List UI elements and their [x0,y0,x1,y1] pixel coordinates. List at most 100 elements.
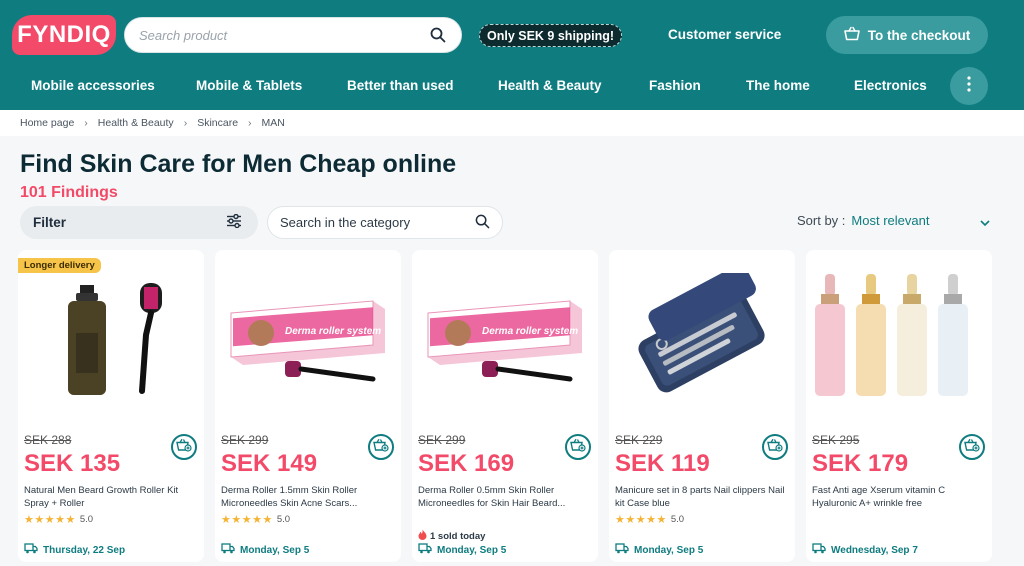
sale-price: SEK 119 [615,450,710,477]
add-to-cart-button[interactable] [368,434,394,460]
breadcrumb-home[interactable]: Home page [20,117,74,129]
filter-button[interactable]: Filter [20,206,258,239]
delivery-info: Monday, Sep 5 [615,543,703,557]
product-rating: ★★★★★ 5.0 [615,513,684,526]
rating-value: 5.0 [79,514,94,525]
sale-price: SEK 135 [24,450,121,477]
sold-today-indicator: 1 sold today [418,529,485,543]
product-name[interactable]: Natural Men Beard Growth Roller Kit Spra… [24,484,200,510]
product-name[interactable]: Manicure set in 8 parts Nail clippers Na… [615,484,791,510]
original-price: SEK 288 [24,433,72,447]
category-nav: Mobile accessories Mobile & Tablets Bett… [0,66,1024,106]
chevron-right-icon: › [183,117,188,129]
product-name[interactable]: Derma Roller 0.5mm Skin Roller Microneed… [418,484,594,510]
product-image[interactable] [613,258,791,418]
derma-box-label: Derma roller system [482,326,578,337]
product-image[interactable]: Derma roller system [219,258,397,418]
delivery-info: Thursday, 22 Sep [24,543,125,557]
category-search-placeholder[interactable]: Search in the category [280,215,410,230]
nav-mobile-accessories[interactable]: Mobile accessories [31,78,155,93]
product-image[interactable]: Derma roller system [416,258,594,418]
nav-the-home[interactable]: The home [746,78,810,93]
basket-plus-icon [570,438,586,457]
nav-fashion[interactable]: Fashion [649,78,701,93]
more-menu-button[interactable] [950,67,988,105]
sale-price: SEK 179 [812,450,909,477]
product-card[interactable]: Derma roller system SEK 299 SEK 169 Derm… [412,250,598,562]
product-name[interactable]: Derma Roller 1.5mm Skin Roller Microneed… [221,484,397,510]
rating-value: 5.0 [670,514,685,525]
customer-service-link[interactable]: Customer service [668,27,781,42]
add-to-cart-button[interactable] [171,434,197,460]
nav-electronics[interactable]: Electronics [854,78,927,93]
shipping-badge[interactable]: Only SEK 9 shipping! [479,24,623,47]
longer-delivery-badge: Longer delivery [18,258,101,273]
truck-icon [418,543,432,557]
truck-icon [812,543,826,557]
basket-plus-icon [767,438,783,457]
chevron-right-icon: › [248,117,252,129]
original-price: SEK 229 [615,433,663,447]
checkout-label: To the checkout [867,27,971,43]
product-card[interactable]: Longer delivery SEK 288 SEK 135 Natural … [18,250,204,562]
chevron-right-icon: › [84,117,88,129]
add-to-cart-button[interactable] [762,434,788,460]
product-card[interactable]: SEK 229 SEK 119 Manicure set in 8 parts … [609,250,795,562]
top-header: FYNDIQ Only SEK 9 shipping! Customer ser… [0,0,1024,110]
sale-price: SEK 169 [418,450,515,477]
delivery-date: Monday, Sep 5 [634,544,704,556]
derma-box-label: Derma roller system [285,326,381,337]
delivery-date: Wednesday, Sep 7 [831,544,918,556]
search-input[interactable] [139,27,429,43]
product-card[interactable]: SEK 295 SEK 179 Fast Anti age Xserum vit… [806,250,992,562]
sliders-icon [226,213,242,231]
fyndiq-logo[interactable]: FYNDIQ [12,15,116,55]
basket-plus-icon [373,438,389,457]
sort-value[interactable]: Most relevant [851,213,929,228]
nav-health-beauty[interactable]: Health & Beauty [498,78,602,93]
delivery-info: Wednesday, Sep 7 [812,543,918,557]
original-price: SEK 299 [418,433,466,447]
results-count: 101 Findings [20,184,118,201]
breadcrumb-health-beauty[interactable]: Health & Beauty [98,117,174,129]
product-card[interactable]: Derma roller system SEK 299 SEK 149 Derm… [215,250,401,562]
star-rating-icon: ★★★★★ [24,514,76,526]
product-image[interactable] [22,258,200,418]
basket-plus-icon [176,438,192,457]
delivery-info: Monday, Sep 5 [221,543,309,557]
original-price: SEK 299 [221,433,269,447]
sold-today-text: 1 sold today [430,530,486,542]
search-icon[interactable] [475,214,490,232]
more-vertical-icon [967,75,971,97]
basket-plus-icon [964,438,980,457]
truck-icon [615,543,629,557]
truck-icon [24,543,38,557]
nav-better-than-used[interactable]: Better than used [347,78,454,93]
sort-dropdown[interactable]: Sort by : Most relevant [797,213,990,228]
breadcrumb-man: MAN [261,117,285,129]
chevron-down-icon[interactable] [980,215,990,230]
product-rating: ★★★★★ 5.0 [24,513,93,526]
add-to-cart-button[interactable] [565,434,591,460]
add-to-cart-button[interactable] [959,434,985,460]
star-rating-icon: ★★★★★ [221,514,273,526]
product-image[interactable] [810,258,988,418]
basket-icon [843,26,860,44]
breadcrumb: Home page › Health & Beauty › Skincare ›… [20,117,285,129]
nav-mobile-tablets[interactable]: Mobile & Tablets [196,78,302,93]
star-rating-icon: ★★★★★ [615,514,667,526]
delivery-date: Monday, Sep 5 [240,544,310,556]
truck-icon [221,543,235,557]
rating-value: 5.0 [276,514,291,525]
checkout-button[interactable]: To the checkout [826,16,988,54]
sale-price: SEK 149 [221,450,318,477]
flame-icon [418,529,427,543]
breadcrumb-skincare[interactable]: Skincare [197,117,238,129]
search-icon[interactable] [429,26,447,44]
delivery-info: Monday, Sep 5 [418,543,506,557]
sort-label: Sort by : [797,213,846,228]
page-title: Find Skin Care for Men Cheap online [20,150,457,178]
category-search[interactable]: Search in the category [267,206,503,239]
product-name[interactable]: Fast Anti age Xserum vitamin C Hyaluroni… [812,484,988,510]
search-bar[interactable] [124,17,462,53]
